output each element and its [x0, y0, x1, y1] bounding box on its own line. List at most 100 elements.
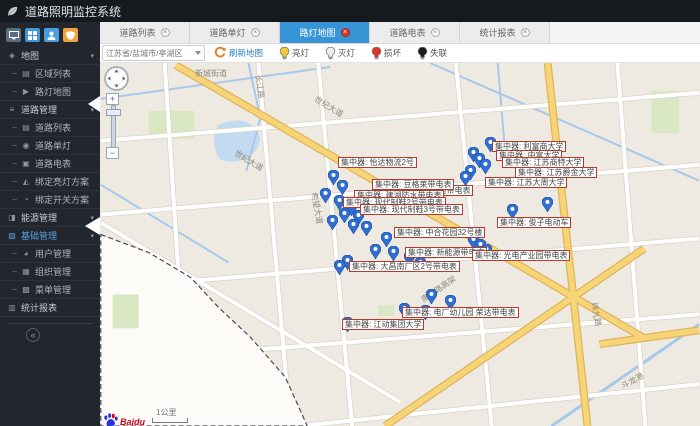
map-marker-pin[interactable] — [333, 259, 346, 276]
sidebar-quick-buttons — [0, 22, 100, 47]
map-marker-pin[interactable] — [360, 220, 373, 237]
user-icon[interactable] — [44, 28, 59, 42]
tab-bar: 道路列表 × 道路单灯 × 路灯地图 × 道路电表 × 统计报表 × — [100, 22, 700, 44]
sidebar-item-2[interactable]: ▶ 路灯地图 — [0, 83, 100, 101]
bulb-icon — [371, 46, 382, 60]
sidebar-pointer-arrow — [85, 217, 100, 235]
zoom-out-button[interactable]: − — [106, 147, 119, 159]
map-base-tiles — [100, 63, 700, 426]
sidebar-item-4[interactable]: ▤ 道路列表 — [0, 119, 100, 137]
legend-label: 灭灯 — [338, 48, 356, 58]
map-marker-pin[interactable] — [387, 245, 400, 262]
tab-label: 统计报表 — [479, 28, 516, 38]
concentrator-label[interactable]: 集中器: 光电产业园带电表 — [472, 250, 571, 261]
sidebar-item-7[interactable]: ◭ 绑定亮灯方案 — [0, 173, 100, 191]
road-name-label: 新城街道 — [195, 69, 227, 78]
concentrator-label[interactable]: 集中器: 豆格莱带电表 — [372, 179, 455, 190]
concentrator-label[interactable]: 集中器: 现代制鞋3号带电表 — [360, 204, 463, 215]
legend-item-2: 损坏 — [371, 46, 401, 60]
chevron-down-icon — [195, 51, 201, 55]
concentrator-label[interactable]: 集中器: 大昌南厂区2号带电表 — [349, 261, 460, 272]
tab-4[interactable]: 统计报表 × — [460, 22, 550, 43]
map-scale: 1公里 — [152, 407, 188, 423]
bulb-icon: ◉ — [22, 141, 30, 150]
tab-close-icon[interactable]: × — [250, 28, 260, 37]
concentrator-label[interactable]: 集中器: 江苏大周大学 — [485, 177, 568, 188]
list-icon: ▤ — [22, 123, 30, 132]
map-marker-pin[interactable] — [541, 196, 554, 213]
sidebar-collapse-button[interactable]: « — [26, 328, 40, 342]
sidebar-item-label: 菜单管理 — [35, 285, 72, 295]
legend-item-0: 亮灯 — [279, 46, 309, 60]
scale-bar — [152, 418, 188, 423]
sidebar-item-1[interactable]: ▤ 区域列表 — [0, 65, 100, 83]
map-marker-pin[interactable] — [336, 179, 349, 196]
app-window: 道路照明监控系统 ◈ 地图 ▾ ▤ 区域列表 ▶ 路灯地图 ≡ 道路管理 ▾ ▤ 道路列表 ◉ 道路单灯 ▣… — [0, 0, 700, 426]
map-marker-pin[interactable] — [479, 158, 492, 175]
map-marker-pin[interactable] — [459, 170, 472, 187]
region-select-value: 江苏省/盐城市/亭湖区 — [106, 48, 183, 58]
sidebar-item-label: 绑定开关方案 — [35, 195, 90, 205]
sidebar-item-14[interactable]: ▥ 统计报表 — [0, 299, 100, 317]
tab-close-icon[interactable]: × — [430, 28, 440, 37]
map-canvas[interactable]: 新城街道 世纪大道 世纪大道 长江路 希望大道 南环路高架 纬九路 斗龙港 集中器: 怡达物流… — [100, 63, 700, 426]
concentrator-label[interactable]: 集中器: 中合花园32号楼 — [394, 227, 486, 238]
sidebar-item-label: 基础管理 — [21, 231, 58, 241]
plan-icon: ◭ — [22, 177, 30, 186]
region-select[interactable]: 江苏省/盐城市/亭湖区 — [102, 45, 205, 61]
tab-close-icon[interactable]: × — [340, 28, 350, 37]
shield-icon[interactable] — [63, 28, 78, 42]
menu2-icon: ▩ — [22, 285, 30, 294]
map-marker-pin[interactable] — [425, 288, 438, 305]
tab-close-icon[interactable]: × — [160, 28, 170, 37]
list-icon: ▤ — [22, 69, 30, 78]
tab-1[interactable]: 道路单灯 × — [190, 22, 280, 43]
sidebar-item-12[interactable]: ▦ 组织管理 — [0, 263, 100, 281]
leaf-logo-icon — [6, 5, 19, 18]
sidebar-item-11[interactable]: ◕ 用户管理 — [0, 245, 100, 263]
sidebar-item-label: 组织管理 — [35, 267, 72, 277]
brand-label: Baidu — [120, 417, 146, 426]
sidebar-item-label: 道路列表 — [35, 123, 72, 133]
zoom-in-button[interactable]: + — [106, 93, 119, 105]
grid-icon[interactable] — [25, 28, 40, 42]
zoom-slider-handle[interactable] — [106, 109, 121, 116]
map-marker-pin[interactable] — [347, 218, 360, 235]
sidebar-item-3[interactable]: ≡ 道路管理 ▾ — [0, 101, 100, 119]
sidebar-item-0[interactable]: ◈ 地图 ▾ — [0, 47, 100, 65]
tab-label: 道路单灯 — [209, 28, 246, 38]
map-marker-pin[interactable] — [326, 214, 339, 231]
map-marker-pin[interactable] — [319, 187, 332, 204]
tab-label: 道路列表 — [119, 28, 156, 38]
concentrator-label[interactable]: 集中器: 俊子电动车 — [497, 217, 572, 228]
refresh-map-button[interactable]: 刷新地图 — [214, 47, 263, 59]
legend-item-1: 灭灯 — [325, 46, 356, 60]
concentrator-label[interactable]: 集中器: 怡达物流2号 — [338, 157, 417, 168]
sidebar-item-label: 道路管理 — [21, 105, 58, 115]
sidebar-item-5[interactable]: ◉ 道路单灯 — [0, 137, 100, 155]
sidebar-item-label: 路灯地图 — [35, 87, 72, 97]
tab-2[interactable]: 路灯地图 × — [280, 22, 370, 43]
refresh-icon — [214, 47, 226, 59]
scale-label: 1公里 — [156, 408, 177, 417]
tab-close-icon[interactable]: × — [520, 28, 530, 37]
energy-icon: ◨ — [8, 213, 16, 222]
concentrator-label[interactable]: 集中器: 江动集团大学 — [342, 319, 425, 330]
chevron-down-icon: ▾ — [90, 52, 94, 60]
app-header: 道路照明监控系统 — [0, 0, 700, 22]
map-marker-pin[interactable] — [369, 243, 382, 260]
menu-icon: ≡ — [9, 105, 15, 114]
sidebar-item-8[interactable]: ◔ 绑定开关方案 — [0, 191, 100, 209]
concentrator-label[interactable]: 集中器: 电厂幼儿园 荣达带电表 — [402, 307, 519, 318]
monitor-icon[interactable] — [6, 28, 21, 42]
legend-item-3: 失联 — [417, 46, 447, 60]
sidebar-item-13[interactable]: ▩ 菜单管理 — [0, 281, 100, 299]
tab-3[interactable]: 道路电表 × — [370, 22, 460, 43]
tab-0[interactable]: 道路列表 × — [100, 22, 190, 43]
users-icon: ◕ — [23, 249, 29, 258]
sidebar-item-6[interactable]: ▣ 道路电表 — [0, 155, 100, 173]
sidebar-pointer-arrow — [88, 96, 100, 112]
app-title: 道路照明监控系统 — [25, 4, 122, 19]
main-area: 道路列表 × 道路单灯 × 路灯地图 × 道路电表 × 统计报表 × 江苏省/盐城市/亭湖区 刷新… — [100, 22, 700, 426]
map-marker-pin[interactable] — [380, 231, 393, 248]
